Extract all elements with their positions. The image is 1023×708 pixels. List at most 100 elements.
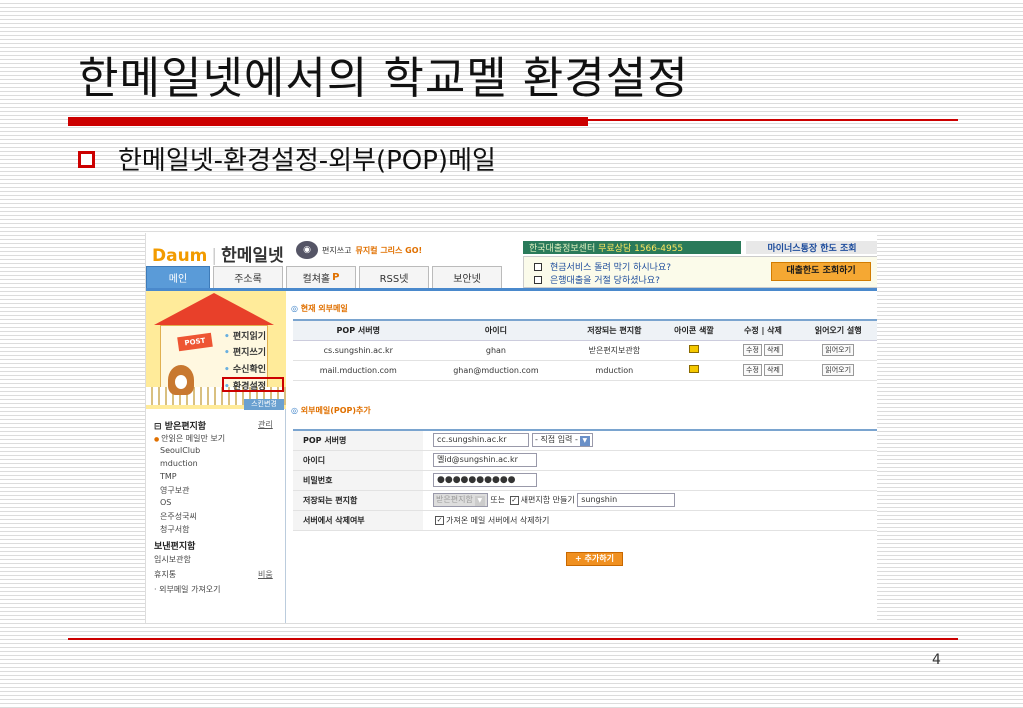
highlight-box	[222, 377, 284, 392]
add-button[interactable]: + 추가하기	[566, 552, 623, 566]
fetch-button[interactable]: 읽어오기	[822, 344, 855, 356]
ad-line-2: 은행대출을 거절 당하셨나요?	[534, 273, 660, 286]
cell-fetch: 읽어오기	[798, 340, 877, 361]
col-edit-delete: 수정 | 삭제	[727, 319, 799, 341]
password-label: 비밀번호	[293, 470, 423, 491]
server-select[interactable]: - 직접 입력 - ▼	[532, 433, 593, 448]
promo-text: 편지쓰고	[322, 245, 352, 255]
col-icon-color: 아이콘 색깔	[660, 319, 728, 341]
tab-main[interactable]: 메인	[146, 266, 210, 288]
delete-button[interactable]: 삭제	[763, 344, 783, 356]
promo-link[interactable]: 뮤지컬 그리스 GO!	[355, 245, 422, 256]
folder-item[interactable]: OS	[160, 498, 171, 507]
slide-title: 한메일넷에서의 학교멜 환경설정	[78, 53, 689, 104]
menu-write[interactable]: 편지쓰기	[224, 345, 266, 358]
cell-server: mail.mduction.com	[293, 360, 424, 381]
checkbox-icon[interactable]	[534, 262, 542, 271]
fetch-button[interactable]: 읽어오기	[822, 364, 855, 376]
external-mail-link[interactable]: · 외부메일 가져오기	[154, 584, 221, 595]
title-underline	[68, 117, 588, 126]
ad-text-1: 현금서비스 돌려 막기 하시나요?	[550, 263, 672, 273]
server-input[interactable]: cc.sungshin.ac.kr	[433, 433, 529, 448]
main-panel: 현재 외부메일 POP 서버명 아이디 저장되는 편지함 아이콘 색깔 수정 |…	[291, 291, 877, 623]
folder-cell: 받은편지함 ▼ 또는 ✓ 새편지함 만들기 sungshin	[423, 490, 877, 511]
tab-rss[interactable]: RSS넷	[359, 266, 429, 288]
cell-actions: 수정 삭제	[727, 360, 799, 381]
menu-receipt[interactable]: 수신확인	[224, 362, 266, 375]
page-number: 4	[932, 652, 941, 668]
folder-unread[interactable]: 안읽은 메일만 보기	[154, 433, 225, 444]
folder-item[interactable]: TMP	[160, 472, 177, 481]
col-id: 아이디	[423, 319, 569, 341]
col-server: POP 서버명	[293, 319, 424, 341]
ad-line-1: 현금서비스 돌려 막기 하시나요?	[534, 260, 671, 273]
new-folder-input[interactable]: sungshin	[577, 493, 676, 507]
tab-addressbook[interactable]: 주소록	[213, 266, 283, 288]
menu-read[interactable]: 편지읽기	[224, 329, 266, 342]
skin-button[interactable]: 스킨변경	[244, 399, 284, 410]
server-select-value: - 직접 입력 -	[535, 435, 578, 445]
new-folder-checkbox[interactable]: ✓	[509, 495, 519, 505]
cell-actions: 수정 삭제	[727, 340, 799, 361]
car-icon: ◉	[296, 241, 318, 259]
delete-checkbox[interactable]: ✓	[435, 515, 444, 525]
table-row: mail.mduction.com ghan@mduction.com mduc…	[293, 360, 877, 381]
or-text: 또는	[490, 495, 506, 505]
folder-item[interactable]: 청구서함	[160, 524, 189, 535]
new-folder-text: 새편지함 만들기	[520, 495, 575, 505]
ad-text-2: 은행대출을 거절 당하셨나요?	[550, 276, 660, 286]
checkbox-icon[interactable]	[534, 275, 542, 284]
bullet-text: 한메일넷-환경설정-외부(POP)메일	[118, 146, 496, 176]
folder-sent[interactable]: 보낸편지함	[154, 539, 195, 552]
password-input[interactable]: ●●●●●●●●●●	[433, 473, 537, 487]
cell-id: ghan	[423, 340, 569, 361]
folder-item[interactable]: 영구보관	[160, 485, 189, 496]
edit-button[interactable]: 수정	[743, 344, 762, 356]
edit-button[interactable]: 수정	[743, 364, 762, 376]
folder-item[interactable]: SeoulClub	[160, 446, 200, 455]
empty-trash-link[interactable]: 비움	[258, 569, 273, 580]
envelope-icon[interactable]	[688, 345, 699, 353]
pop-add-form: POP 서버명 cc.sungshin.ac.kr - 직접 입력 - ▼ 아이디 …	[293, 429, 877, 531]
delete-button[interactable]: 삭제	[763, 364, 783, 376]
folder-trash[interactable]: 휴지통	[154, 569, 176, 580]
folder-select-value: 받은편지함	[436, 495, 473, 504]
id-input[interactable]: 멜id@sungshin.ac.kr	[433, 453, 537, 467]
logo[interactable]: Daum | 한메일넷	[152, 241, 284, 266]
ad-button[interactable]: 대출한도 조회하기	[771, 262, 871, 281]
manage-link[interactable]: 관리	[258, 419, 273, 430]
inbox-title[interactable]: ⊟ 받은편지함	[154, 419, 206, 432]
hanmail-screenshot: Daum | 한메일넷 ◉ 편지쓰고 뮤지컬 그리스 GO! 한국대출정보센터 무료…	[145, 233, 877, 623]
promo[interactable]: ◉ 편지쓰고 뮤지컬 그리스 GO!	[296, 241, 422, 259]
current-external-title: 현재 외부메일	[291, 303, 348, 314]
folder-temp[interactable]: 임시보관함	[154, 554, 191, 565]
folder-select[interactable]: 받은편지함 ▼	[433, 493, 488, 507]
sidebar: POST 편지읽기 편지쓰기 수신확인 환경설정 스킨변경 ⊟ 받은편지함 관리…	[146, 291, 286, 623]
delete-text: 가져온 메일 서버에서 삭제하기	[446, 515, 550, 525]
id-cell: 멜id@sungshin.ac.kr	[423, 450, 877, 471]
cell-server: cs.sungshin.ac.kr	[293, 340, 424, 361]
main-tabs: 메인 주소록 컬쳐홀 P RSS넷 보안넷	[146, 266, 505, 288]
delete-label: 서버에서 삭제여부	[293, 510, 423, 531]
tab-culture-badge: P	[332, 272, 340, 283]
limit-banner[interactable]: 마이너스통장 한도 조회	[746, 241, 877, 254]
tab-security[interactable]: 보안넷	[432, 266, 502, 288]
id-label: 아이디	[293, 450, 423, 471]
tab-culture-label: 컬쳐홀	[302, 274, 331, 285]
loan-banner[interactable]: 한국대출정보센터 무료상담 1566-4955	[523, 241, 741, 254]
ad-box: 현금서비스 돌려 막기 하시나요? 은행대출을 거절 당하셨나요? 대출한도 조…	[523, 256, 877, 288]
col-fetch: 읽어오기 설행	[798, 319, 877, 341]
bullet-square-icon	[78, 151, 95, 168]
folder-item[interactable]: 은주성국씨	[160, 511, 197, 522]
table-row: cs.sungshin.ac.kr ghan 받은편지보관함 수정 삭제 읽어오기	[293, 340, 877, 361]
cell-folder: 받은편지보관함	[568, 340, 661, 361]
cell-icon	[660, 340, 728, 361]
banner-title: 한국대출정보센터	[529, 244, 596, 254]
folder-item[interactable]: mduction	[160, 459, 198, 468]
envelope-icon[interactable]	[688, 365, 699, 373]
inbox-label: 받은편지함	[164, 422, 207, 432]
col-folder: 저장되는 편지함	[568, 319, 661, 341]
tab-culture[interactable]: 컬쳐홀 P	[286, 266, 356, 288]
external-mail-label: 외부메일 가져오기	[159, 585, 221, 594]
chevron-down-icon: ▼	[474, 496, 485, 506]
